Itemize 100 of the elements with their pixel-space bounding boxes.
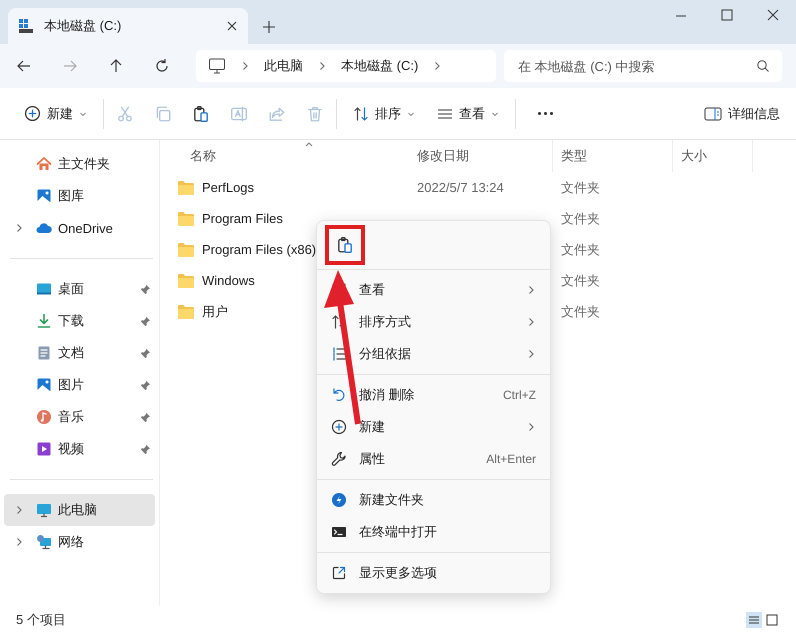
pin-icon[interactable]: [140, 284, 151, 294]
column-header[interactable]: 类型: [561, 147, 587, 165]
picture-icon: [36, 188, 52, 204]
details-button[interactable]: 详细信息: [700, 100, 784, 126]
sort-button[interactable]: 排序: [349, 100, 419, 126]
menu-item[interactable]: 显示更多选项: [321, 557, 546, 589]
sidebar-item[interactable]: 视频: [4, 433, 155, 465]
breadcrumb[interactable]: 本地磁盘 (C:): [341, 57, 418, 75]
download-icon: [36, 313, 52, 329]
network-icon: [36, 534, 52, 550]
menu-item[interactable]: 排序方式: [321, 306, 546, 338]
chevron-icon[interactable]: [14, 223, 24, 233]
menu-item[interactable]: 撤消 删除 Ctrl+Z: [321, 379, 546, 411]
document-icon: [36, 345, 52, 361]
details-pane-icon: [704, 106, 722, 122]
clipboard-icon[interactable]: [336, 236, 354, 254]
address-bar[interactable]: 此电脑 本地磁盘 (C:): [196, 50, 496, 82]
menu-item[interactable]: 新建文件夹: [321, 484, 546, 516]
picture-icon: [36, 377, 52, 393]
search-box[interactable]: 在 本地磁盘 (C:) 中搜索: [504, 50, 782, 82]
column-header[interactable]: 大小: [681, 147, 707, 165]
search-field[interactable]: 在 本地磁盘 (C:) 中搜索: [516, 58, 756, 74]
view-button[interactable]: 查看: [433, 100, 503, 126]
chevron-icon[interactable]: [432, 61, 442, 71]
undo-icon: [331, 387, 347, 403]
copy-icon: [154, 104, 172, 122]
date-cell: 2022/5/7 13:24: [417, 180, 504, 195]
new-button[interactable]: 新建: [20, 100, 91, 126]
pin-icon[interactable]: [140, 444, 151, 454]
type-cell: 文件夹: [561, 242, 600, 256]
plus-circle-icon: [331, 419, 347, 435]
search-icon[interactable]: [756, 59, 770, 73]
sidebar-item[interactable]: 此电脑: [4, 494, 155, 526]
folder-icon: [178, 180, 194, 194]
plus-circle-icon: [24, 105, 41, 122]
file-name[interactable]: PerfLogs: [202, 180, 254, 195]
column-header[interactable]: 名称: [190, 147, 216, 165]
drive-icon: [18, 18, 34, 34]
sidebar-item[interactable]: 文档: [4, 337, 155, 369]
highlight-frame[interactable]: [325, 225, 365, 265]
file-name[interactable]: 用户: [202, 302, 228, 320]
sidebar-item[interactable]: 主文件夹: [4, 148, 155, 180]
house-icon: [36, 156, 52, 172]
sort-caret-icon: [304, 140, 314, 148]
type-cell: 文件夹: [561, 304, 600, 318]
chevron-icon[interactable]: [526, 285, 536, 295]
file-name[interactable]: Program Files: [202, 211, 283, 226]
chevron-icon[interactable]: [14, 537, 24, 547]
sidebar-item[interactable]: 图片: [4, 369, 155, 401]
column-header[interactable]: 修改日期: [417, 147, 469, 165]
pin-icon[interactable]: [140, 316, 151, 326]
list-icon: [331, 346, 347, 362]
pin-icon[interactable]: [140, 348, 151, 358]
toolbar-button[interactable]: [192, 104, 210, 122]
caret-icon[interactable]: [491, 110, 499, 118]
monitor-icon: [36, 502, 52, 518]
chevron-icon[interactable]: [240, 61, 250, 71]
file-name[interactable]: Program Files (x86): [202, 242, 316, 257]
menu-item[interactable]: 属性 Alt+Enter: [321, 443, 546, 475]
sidebar-item[interactable]: 下载: [4, 305, 155, 337]
bolt-badge-icon: [331, 492, 347, 508]
breadcrumb[interactable]: 此电脑: [264, 57, 303, 75]
refresh-icon[interactable]: [154, 58, 170, 74]
tiles-view-icon[interactable]: [764, 612, 780, 628]
caret-icon[interactable]: [79, 110, 87, 118]
chevron-icon[interactable]: [317, 61, 327, 71]
close-icon[interactable]: [226, 20, 238, 32]
back-arrow-icon[interactable]: [16, 58, 32, 74]
wrench-icon: [331, 451, 347, 467]
chevron-icon[interactable]: [14, 505, 24, 515]
scissors-icon: [116, 104, 134, 122]
up-arrow-icon[interactable]: [108, 58, 124, 74]
music-note-icon: [36, 409, 52, 425]
folder-icon: [178, 212, 194, 226]
item-count: 5 个项目: [16, 610, 66, 628]
sort-arrows-icon: [353, 106, 369, 122]
type-cell: 文件夹: [561, 180, 600, 194]
chevron-icon[interactable]: [526, 349, 536, 359]
plus-icon[interactable]: [262, 20, 276, 34]
monitor-icon: [36, 281, 52, 297]
chevron-icon[interactable]: [526, 317, 536, 327]
sidebar-item[interactable]: 网络: [4, 526, 155, 558]
pin-icon[interactable]: [140, 380, 151, 390]
sidebar-item[interactable]: 音乐: [4, 401, 155, 433]
chevron-icon[interactable]: [526, 422, 536, 432]
monitor-icon: [208, 57, 226, 75]
menu-item[interactable]: 在终端中打开: [321, 516, 546, 548]
sidebar-item[interactable]: OneDrive: [4, 212, 155, 244]
tab[interactable]: 本地磁盘 (C:): [8, 8, 248, 44]
file-name[interactable]: Windows: [202, 273, 255, 288]
caret-icon[interactable]: [407, 110, 415, 118]
pin-icon[interactable]: [140, 412, 151, 422]
menu-item[interactable]: 新建: [321, 411, 546, 443]
folder-icon: [178, 304, 194, 318]
menu-item[interactable]: 分组依据: [321, 338, 546, 370]
sidebar-item[interactable]: 图库: [4, 180, 155, 212]
expand-window-icon: [331, 565, 347, 581]
terminal-icon: [331, 524, 347, 540]
details-view-icon[interactable]: [746, 612, 762, 628]
sidebar-item[interactable]: 桌面: [4, 273, 155, 305]
